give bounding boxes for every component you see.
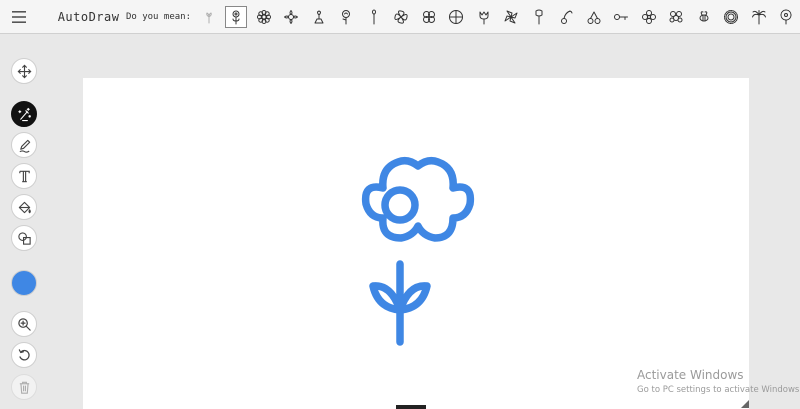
suggestion-quad-circle-button[interactable] bbox=[443, 4, 471, 30]
paint-bucket-icon bbox=[18, 201, 31, 213]
clover-icon bbox=[422, 10, 435, 23]
canvas-resize-handle[interactable] bbox=[741, 400, 749, 408]
trash-icon bbox=[19, 381, 29, 394]
move-tool-button[interactable] bbox=[11, 58, 37, 84]
zoom-in-icon bbox=[17, 317, 31, 331]
suggestion-pinwheel-button[interactable] bbox=[388, 4, 416, 30]
menu-button[interactable] bbox=[0, 0, 38, 34]
suggestion-stem-button[interactable] bbox=[360, 4, 388, 30]
suggestions-label: Do you mean: bbox=[125, 11, 191, 22]
pinwheel-flower-icon bbox=[504, 10, 518, 23]
suggestion-sketch-flower-button[interactable] bbox=[195, 4, 223, 30]
stem-icon bbox=[371, 9, 376, 24]
color-picker-button[interactable] bbox=[11, 270, 37, 296]
suggestion-cherry-button[interactable] bbox=[553, 4, 581, 30]
draw-tool-button[interactable] bbox=[11, 132, 37, 158]
suggestion-sunflower-button[interactable] bbox=[718, 4, 746, 30]
text-icon bbox=[18, 170, 30, 182]
fill-tool-button[interactable] bbox=[11, 194, 37, 220]
undo-tool-button[interactable] bbox=[11, 342, 37, 368]
simple-flower-drawing bbox=[361, 156, 475, 346]
sketch-flower-icon bbox=[206, 12, 212, 23]
suggestion-palm-button[interactable] bbox=[745, 4, 773, 30]
zoom-tool-button[interactable] bbox=[11, 311, 37, 337]
suggestion-rose-button[interactable] bbox=[333, 4, 361, 30]
shape-tool-button[interactable] bbox=[11, 225, 37, 251]
suggestion-tulip-button[interactable] bbox=[470, 4, 498, 30]
suggestion-pinwheel-flower-button[interactable] bbox=[498, 4, 526, 30]
suggestion-daisy-button[interactable] bbox=[250, 4, 278, 30]
suggestion-bouquet-button[interactable] bbox=[663, 4, 691, 30]
drawing-canvas[interactable] bbox=[83, 78, 749, 409]
suggestions-strip bbox=[195, 0, 800, 34]
move-icon bbox=[17, 64, 31, 78]
pinwheel-icon bbox=[394, 9, 408, 24]
suggestion-clover-button[interactable] bbox=[415, 4, 443, 30]
bee-icon bbox=[699, 10, 709, 21]
key-icon bbox=[614, 13, 629, 20]
undo-icon bbox=[18, 348, 30, 360]
tulip-icon bbox=[479, 11, 489, 24]
suggestion-key-button[interactable] bbox=[608, 4, 636, 30]
cherries-icon bbox=[587, 11, 601, 24]
quad-circle-icon bbox=[449, 9, 464, 24]
shapes-icon bbox=[17, 231, 31, 245]
daisy-outline-icon bbox=[284, 9, 299, 24]
rose-icon bbox=[342, 9, 351, 24]
suggestion-dandelion-button[interactable] bbox=[773, 4, 800, 30]
delete-tool-button[interactable] bbox=[11, 374, 37, 400]
four-petal-icon bbox=[641, 9, 656, 24]
pencil-icon bbox=[19, 139, 30, 153]
top-bar: AutoDraw Do you mean: bbox=[0, 0, 800, 34]
bottom-scroll-tab[interactable] bbox=[396, 405, 426, 409]
left-toolbar bbox=[0, 34, 48, 409]
simple-flower-icon bbox=[232, 10, 240, 24]
suggestion-cherries-button[interactable] bbox=[580, 4, 608, 30]
bouquet-icon bbox=[669, 10, 683, 22]
type-tool-button[interactable] bbox=[11, 163, 37, 189]
autodraw-tool-button[interactable] bbox=[11, 101, 37, 127]
suggestion-bell-flower-button[interactable] bbox=[525, 4, 553, 30]
suggestion-simple-flower-button[interactable] bbox=[225, 5, 248, 28]
daisy-icon bbox=[256, 9, 271, 24]
autodraw-sparkle-icon bbox=[17, 107, 31, 121]
suggestion-flower-pot-button[interactable] bbox=[305, 4, 333, 30]
cherry-icon bbox=[561, 10, 573, 24]
dandelion-icon bbox=[780, 9, 792, 24]
hamburger-icon bbox=[11, 10, 26, 23]
bell-flower-icon bbox=[535, 9, 543, 24]
palm-icon bbox=[751, 9, 766, 24]
app-title: AutoDraw bbox=[57, 9, 120, 24]
suggestion-bee-button[interactable] bbox=[690, 4, 718, 30]
suggestion-daisy-outline-button[interactable] bbox=[278, 4, 306, 30]
flower-pot-icon bbox=[314, 10, 324, 23]
sunflower-icon bbox=[724, 9, 739, 24]
suggestion-four-petal-button[interactable] bbox=[635, 4, 663, 30]
